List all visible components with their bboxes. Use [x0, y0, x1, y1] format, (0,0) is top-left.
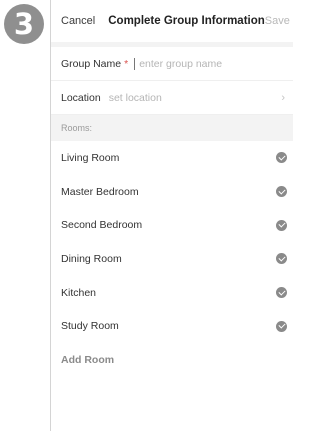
room-label: Second Bedroom [61, 219, 143, 232]
save-button[interactable]: Save [265, 15, 290, 27]
required-marker: * [124, 57, 129, 70]
room-row[interactable]: Living Room [51, 141, 293, 175]
room-row[interactable]: Second Bedroom [51, 208, 293, 242]
room-label: Kitchen [61, 286, 97, 299]
step-number-badge: 3 [4, 4, 44, 44]
room-row[interactable]: Dining Room [51, 242, 293, 276]
phone-screen: Cancel Complete Group Information Save G… [50, 0, 293, 431]
rooms-list: Living Room Master Bedroom Second Bedroom D… [51, 141, 293, 343]
location-value: set location [108, 91, 162, 104]
location-row[interactable]: Location set location › [51, 81, 293, 115]
page-title: Complete Group Information [108, 15, 265, 27]
chevron-right-icon: › [281, 91, 285, 104]
group-name-label: Group Name [61, 57, 122, 70]
group-name-input[interactable] [134, 57, 260, 70]
room-row[interactable]: Master Bedroom [51, 175, 293, 209]
add-room-button[interactable]: Add Room [51, 343, 293, 377]
cancel-button[interactable]: Cancel [61, 15, 95, 27]
checkmark-icon[interactable] [276, 186, 287, 198]
room-row[interactable]: Study Room [51, 309, 293, 343]
checkmark-icon[interactable] [276, 253, 287, 265]
nav-header: Cancel Complete Group Information Save [51, 0, 293, 42]
room-label: Living Room [61, 151, 120, 164]
room-label: Dining Room [61, 252, 122, 265]
location-label: Location [61, 91, 101, 104]
room-label: Master Bedroom [61, 185, 139, 198]
room-label: Study Room [61, 320, 119, 333]
checkmark-icon[interactable] [276, 287, 287, 299]
checkmark-icon[interactable] [276, 219, 287, 231]
room-row[interactable]: Kitchen [51, 276, 293, 310]
checkmark-icon[interactable] [276, 152, 287, 164]
rooms-section-header: Rooms: [51, 115, 293, 141]
group-name-row: Group Name * [51, 47, 293, 81]
checkmark-icon[interactable] [276, 320, 287, 332]
